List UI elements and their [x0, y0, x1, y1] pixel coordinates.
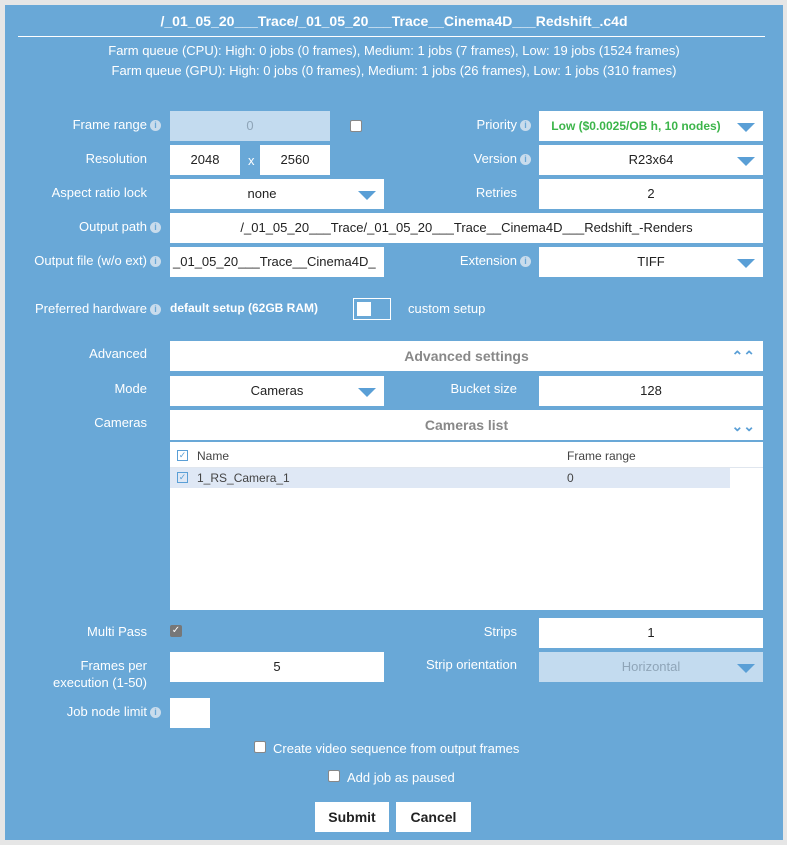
job-node-limit-input[interactable]: [170, 698, 210, 728]
info-icon[interactable]: i: [150, 120, 161, 131]
output-path-input[interactable]: /_01_05_20___Trace/_01_05_20___Trace__Ci…: [170, 213, 763, 243]
strip-orientation-select[interactable]: Horizontal: [539, 652, 763, 682]
hardware-toggle[interactable]: [353, 298, 391, 320]
table-header: ✓ Name Frame range: [170, 442, 763, 468]
divider: [18, 36, 765, 37]
toggle-knob: [357, 302, 371, 316]
dropdown-arrow-icon: [737, 259, 755, 268]
column-frame-range: Frame range: [567, 449, 636, 463]
dropdown-arrow-icon: [358, 388, 376, 397]
select-all-checkbox[interactable]: ✓: [177, 450, 188, 461]
header-text: Cameras list: [424, 417, 509, 433]
dropdown-arrow-icon: [737, 664, 755, 673]
chevron-double-up-icon: ⌃⌃: [731, 348, 755, 364]
label-text: Priority: [476, 117, 517, 132]
info-icon[interactable]: i: [520, 256, 531, 267]
advanced-settings-header[interactable]: Advanced settings ⌃⌃: [170, 341, 763, 371]
dropdown-arrow-icon: [737, 157, 755, 166]
frames-per-execution-input[interactable]: 5: [170, 652, 384, 682]
info-icon[interactable]: i: [150, 707, 161, 718]
frame-range-input[interactable]: 0: [170, 111, 330, 141]
label-text: Frame range: [72, 117, 147, 132]
custom-setup-label: custom setup: [408, 301, 486, 316]
dialog-title: /_01_05_20___Trace/_01_05_20___Trace__Ci…: [160, 13, 628, 29]
advanced-label: Advanced: [89, 346, 147, 361]
priority-select[interactable]: Low ($0.0025/OB h, 10 nodes): [539, 111, 763, 141]
version-select[interactable]: R23x64: [539, 145, 763, 175]
label-text: Extension: [459, 253, 517, 268]
info-icon[interactable]: i: [520, 120, 531, 131]
add-paused-checkbox[interactable]: [328, 770, 340, 782]
cpu-queue-status: Farm queue (CPU): High: 0 jobs (0 frames…: [108, 43, 680, 58]
job-node-limit-label: Job node limit i: [67, 704, 161, 719]
select-value: Horizontal: [621, 659, 681, 674]
multi-pass-label: Multi Pass: [87, 624, 147, 639]
default-setup-label: default setup (62GB RAM): [170, 301, 319, 315]
aspect-ratio-select[interactable]: none: [170, 179, 384, 209]
retries-input[interactable]: 2: [539, 179, 763, 209]
resolution-height-input[interactable]: 2560: [260, 145, 330, 175]
dropdown-arrow-icon: [737, 123, 755, 132]
output-file-label: Output file (w/o ext) i: [34, 253, 161, 268]
add-paused-label: Add job as paused: [347, 770, 455, 785]
multi-pass-checkbox[interactable]: ✓: [170, 625, 182, 637]
label-text: Version: [473, 151, 517, 166]
submit-job-dialog: /_01_05_20___Trace/_01_05_20___Trace__Ci…: [5, 5, 783, 840]
table-row[interactable]: ✓ 1_RS_Camera_1 0: [170, 468, 730, 488]
frame-range-label: Frame range i: [73, 117, 161, 132]
column-name: Name: [197, 449, 230, 463]
output-file-input[interactable]: _01_05_20___Trace__Cinema4D_: [170, 247, 384, 277]
cameras-label: Cameras: [94, 415, 147, 430]
select-value: none: [247, 186, 277, 201]
label-text: Job node limit: [66, 704, 147, 719]
cancel-button[interactable]: Cancel: [396, 802, 471, 832]
version-label: Version i: [474, 151, 531, 166]
label-text: Output file (w/o ext): [34, 253, 147, 268]
info-icon[interactable]: i: [150, 304, 161, 315]
frame-range-checkbox[interactable]: [350, 120, 362, 132]
priority-label: Priority i: [477, 117, 531, 132]
video-sequence-checkbox[interactable]: [254, 741, 266, 753]
gpu-queue-status: Farm queue (GPU): High: 0 jobs (0 frames…: [111, 63, 677, 78]
frames-per-execution-label: Frames per execution (1-50): [53, 658, 147, 690]
select-value: R23x64: [628, 152, 674, 167]
info-icon[interactable]: i: [150, 256, 161, 267]
row-checkbox[interactable]: ✓: [177, 472, 188, 483]
dropdown-arrow-icon: [358, 191, 376, 200]
preferred-hardware-label: Preferred hardware i: [35, 301, 161, 316]
camera-frame-range: 0: [567, 471, 574, 485]
label-text: Preferred hardware: [35, 301, 147, 316]
cameras-list-header[interactable]: Cameras list ⌄⌄: [170, 410, 763, 440]
retries-label: Retries: [475, 185, 517, 200]
chevron-double-down-icon: ⌄⌄: [731, 418, 755, 434]
aspect-ratio-label: Aspect ratio lock: [51, 185, 147, 200]
output-path-label: Output path i: [79, 219, 161, 234]
cameras-table: ✓ Name Frame range ✓ 1_RS_Camera_1 0: [170, 442, 763, 610]
bucket-size-label: Bucket size: [450, 381, 517, 396]
select-value: TIFF: [637, 254, 665, 269]
extension-label: Extension i: [460, 253, 531, 268]
mode-select[interactable]: Cameras: [170, 376, 384, 406]
info-icon[interactable]: i: [520, 154, 531, 165]
select-value: Cameras: [250, 383, 304, 398]
resolution-label: Resolution: [85, 151, 147, 166]
extension-select[interactable]: TIFF: [539, 247, 763, 277]
bucket-size-input[interactable]: 128: [539, 376, 763, 406]
resolution-separator: x: [248, 153, 255, 168]
video-sequence-label: Create video sequence from output frames: [273, 741, 520, 756]
submit-button[interactable]: Submit: [315, 802, 389, 832]
strips-input[interactable]: 1: [539, 618, 763, 648]
select-value: Low ($0.0025/OB h, 10 nodes): [551, 119, 721, 133]
header-text: Advanced settings: [404, 348, 529, 364]
mode-label: Mode: [114, 381, 147, 396]
resolution-width-input[interactable]: 2048: [170, 145, 240, 175]
label-text: Output path: [79, 219, 147, 234]
info-icon[interactable]: i: [150, 222, 161, 233]
strips-label: Strips: [483, 624, 517, 639]
strip-orientation-label: Strip orientation: [425, 657, 517, 672]
camera-name: 1_RS_Camera_1: [197, 471, 290, 485]
